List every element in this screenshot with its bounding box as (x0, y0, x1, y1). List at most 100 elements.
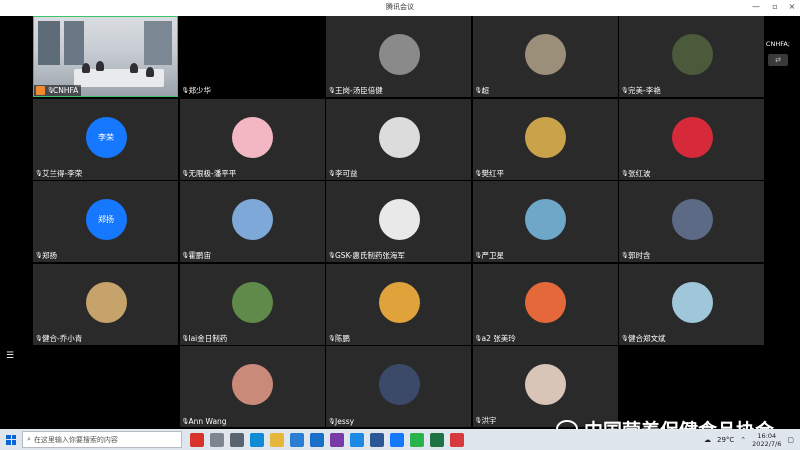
participant-label: 🎙 李可益 (328, 168, 358, 179)
maximize-button[interactable]: ▫ (769, 2, 781, 12)
microphone-icon: 🎙 (328, 252, 336, 259)
meeting-icon[interactable] (190, 432, 204, 447)
title-bar: 腾讯会议 — ▫ × (0, 0, 800, 16)
menu-icon[interactable]: ☰ (6, 352, 14, 361)
participant-name: 洪宇 (481, 416, 497, 425)
participant-label: 🎙 郑扬 (35, 250, 57, 261)
participant-avatar: 郑扬 (85, 199, 127, 240)
participant-tile[interactable]: 🎙 CNHFA (33, 16, 178, 97)
participant-name: 王岗-汤臣倍健 (335, 86, 383, 95)
edge-icon[interactable] (250, 432, 264, 447)
task-view-icon[interactable] (210, 432, 224, 447)
microphone-icon: 🎙 (328, 169, 336, 177)
participant-label: 🎙 lai金日制药 (182, 333, 228, 344)
weather-icon: ☁ (704, 435, 711, 444)
participant-avatar (378, 199, 420, 240)
participant-avatar (671, 34, 713, 75)
participant-tile[interactable]: 🎙 Jessy (326, 346, 471, 427)
participant-name: Jessy (335, 417, 355, 426)
share-screen-icon[interactable]: ⇄ (768, 54, 788, 66)
microphone-icon: 🎙 (181, 252, 190, 259)
participant-label: 🎙 樊红平 (475, 168, 505, 179)
participant-label: 🎙 郑少华 (182, 85, 212, 96)
notification-icon[interactable]: ▢ (787, 436, 794, 444)
participant-tile[interactable]: 🎙 李可益 (326, 98, 471, 180)
microphone-icon: 🎙 (474, 87, 483, 94)
system-tray: ☁ 29°C ⌃ 16:04 2022/7/6 ▢ (704, 429, 800, 450)
participant-avatar (378, 281, 420, 323)
participant-name: 严卫星 (481, 251, 505, 260)
participant-label: 🎙 严卫星 (475, 250, 505, 261)
microphone-icon: 🎙 (474, 169, 483, 177)
participant-tile[interactable]: 🎙 王岗-汤臣倍健 (326, 16, 471, 97)
participant-tile[interactable]: 李荣 🎙 艾兰得-李荣 (33, 98, 178, 180)
minimize-button[interactable]: — (750, 2, 762, 12)
participant-name: 陈鹏 (335, 333, 350, 343)
microphone-icon: 🎙 (474, 252, 483, 259)
microphone-icon: 🎙 (474, 334, 483, 342)
microphone-icon: 🎙 (328, 87, 336, 94)
participant-label: 🎙 完美-李艳 (621, 85, 661, 96)
search-placeholder: 在这里输入你要搜索的内容 (33, 435, 118, 444)
folder-icon[interactable] (270, 432, 284, 447)
participant-tile[interactable]: 🎙 樊红平 (472, 98, 618, 180)
participant-tile[interactable]: 🎙 完美-李艳 (619, 16, 764, 97)
participant-tile[interactable]: 🎙 健合郑文斌 (619, 263, 764, 345)
participant-tile[interactable]: 🎙 陈鹏 (326, 263, 471, 345)
onenote-icon[interactable] (330, 432, 344, 447)
participant-name: 樊红平 (481, 168, 505, 178)
participant-label: 🎙 艾兰得-李荣 (35, 168, 82, 179)
wechat-app-icon[interactable] (410, 432, 424, 447)
participant-tile[interactable]: 🎙 无限极-潘平平 (179, 98, 325, 180)
participant-label: 🎙 王岗-汤臣倍健 (328, 85, 383, 96)
participant-tile[interactable]: 🎙 Ann Wang (179, 346, 325, 427)
start-button[interactable] (0, 429, 22, 450)
participant-name: 张红波 (628, 168, 651, 178)
ie-icon[interactable] (350, 432, 364, 447)
microphone-icon: 🎙 (474, 417, 483, 424)
tray-arrow-icon[interactable]: ⌃ (740, 436, 746, 444)
participant-tile[interactable]: 🎙 a2 张美玲 (472, 263, 618, 345)
participant-tile[interactable]: 🎙 郭时含 (619, 181, 764, 262)
participant-name: 无限极-潘平平 (188, 168, 237, 178)
microphone-icon: 🎙 (181, 334, 190, 342)
participant-tile[interactable]: 🎙 健合-乔小青 (33, 263, 178, 345)
participant-avatar (232, 199, 273, 240)
participant-avatar (525, 281, 566, 323)
participant-avatar (378, 34, 420, 75)
participant-tile[interactable] (33, 346, 178, 427)
participant-name: 超 (481, 86, 490, 95)
store-icon[interactable] (290, 432, 304, 447)
participant-avatar: 李荣 (85, 116, 127, 158)
participant-avatar (525, 199, 566, 240)
taskbar-search-input[interactable]: ⌕ 在这里输入你要搜索的内容 (22, 431, 182, 448)
participant-name: 郑扬 (42, 251, 57, 260)
participant-label: 🎙 CNHFA (34, 85, 82, 96)
meeting-stage: ☰ 正在讲话: CNHFA; ⇄ 🎙CNHFA🎙郑少华🎙王岗-汤臣倍健🎙超🎙完美… (0, 16, 800, 442)
participant-name: 艾兰得-李荣 (42, 168, 83, 178)
participant-name: 完美-李艳 (628, 86, 661, 95)
participant-name: 郑少华 (188, 86, 212, 95)
participant-tile[interactable]: 🎙 GSK-惠氏制药张海军 (326, 181, 471, 262)
participant-tile[interactable]: 🎙 郑少华 (179, 16, 325, 97)
participant-tile[interactable]: 🎙 霍鹏宙 (179, 181, 325, 262)
word-icon[interactable] (370, 432, 384, 447)
participant-tile[interactable]: 🎙 严卫星 (472, 181, 618, 262)
participant-tile[interactable]: 🎙 超 (472, 16, 618, 97)
tools-icon[interactable] (230, 432, 244, 447)
close-button[interactable]: × (786, 2, 798, 12)
microphone-icon: 🎙 (621, 169, 629, 177)
wps-icon[interactable] (450, 432, 464, 447)
participant-tile[interactable]: 🎙 lai金日制药 (179, 263, 325, 345)
participant-tile[interactable]: 郑扬 🎙 郑扬 (33, 181, 178, 262)
excel-icon[interactable] (430, 432, 444, 447)
mail-icon[interactable] (310, 432, 324, 447)
tencent-meeting-icon[interactable] (390, 432, 404, 447)
microphone-icon: 🎙 (35, 169, 43, 177)
clock-time: 16:04 (757, 431, 777, 440)
participant-label: 🎙 洪宇 (475, 415, 497, 426)
participant-tile[interactable]: 🎙 张红波 (619, 98, 764, 180)
clock[interactable]: 16:04 2022/7/6 (752, 432, 781, 448)
weather-text: 29°C (717, 435, 735, 444)
search-icon: ⌕ (27, 435, 31, 443)
